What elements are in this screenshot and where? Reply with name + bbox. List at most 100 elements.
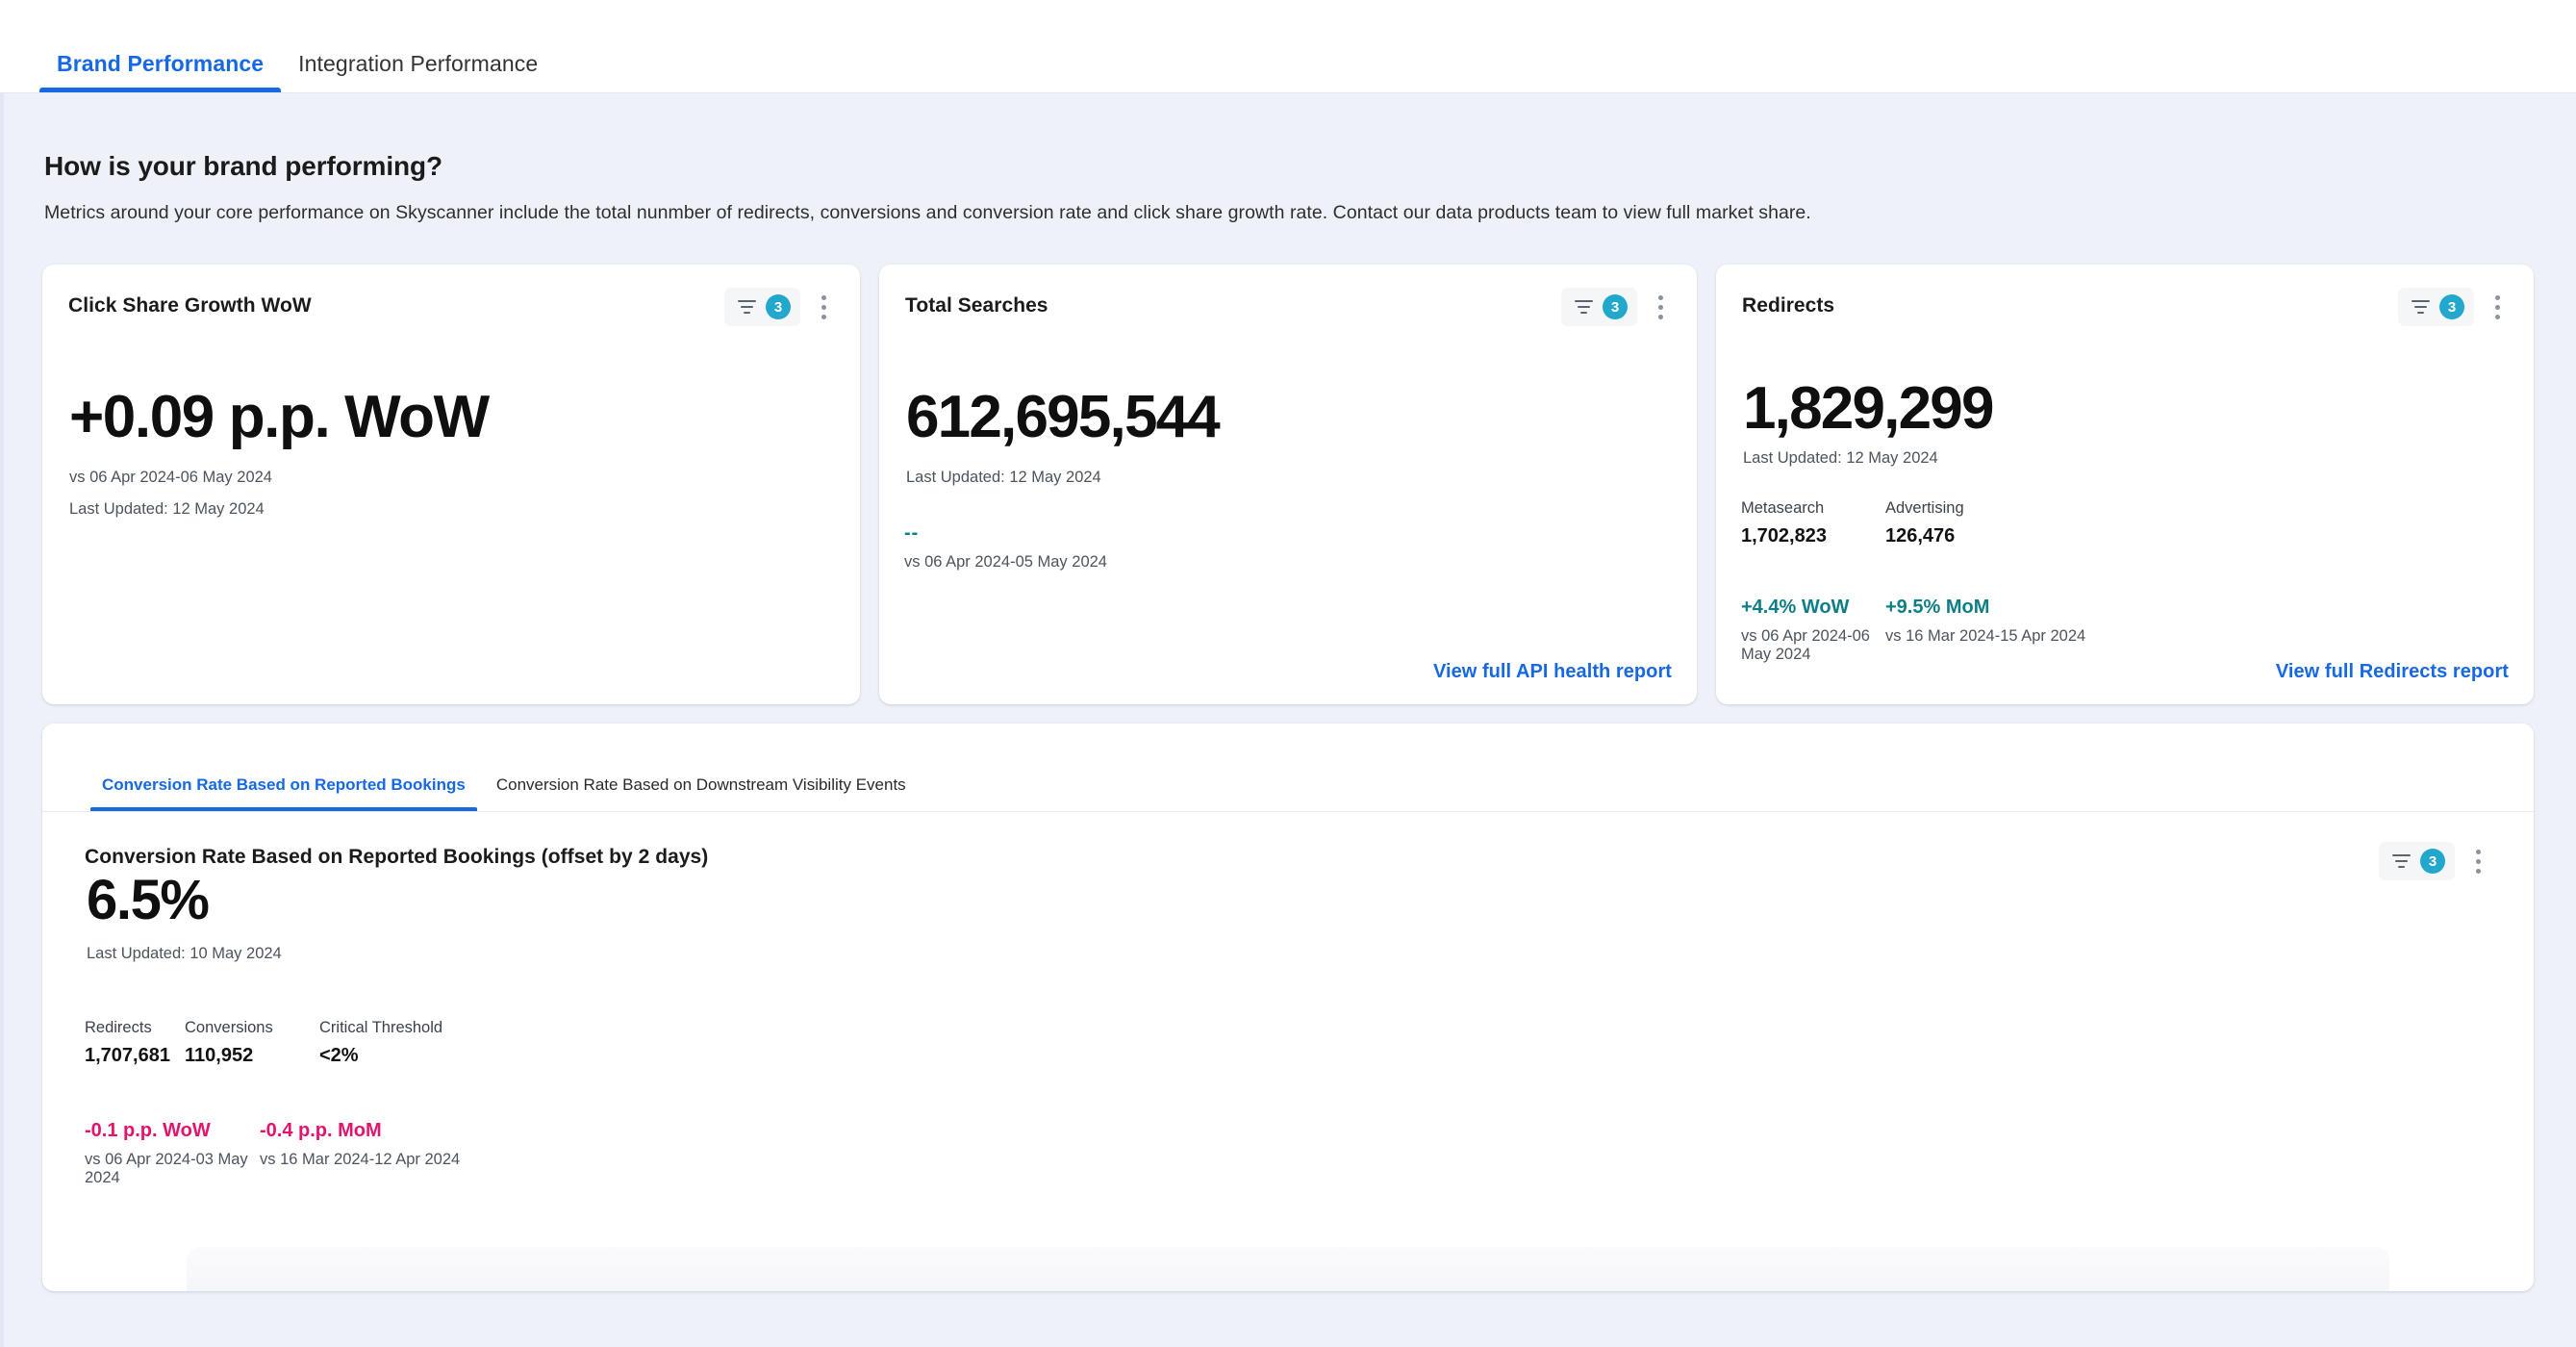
card-redirects: Redirects 3 1,829,299 Last Updated: 12 M…: [1716, 265, 2534, 704]
tab-conversion-reported-bookings-label: Conversion Rate Based on Reported Bookin…: [102, 775, 466, 794]
sub-metric-conversions: Conversions 110,952: [185, 1019, 319, 1067]
card-title: Redirects: [1742, 294, 1835, 317]
conversion-value-block: 6.5%: [85, 869, 210, 931]
sub-metric-value: <2%: [319, 1045, 359, 1066]
page-content: How is your brand performing? Metrics ar…: [0, 93, 2576, 1347]
conversion-sub-metrics: Redirects 1,707,681 Conversions 110,952 …: [85, 1019, 442, 1067]
more-options-icon[interactable]: [2464, 845, 2491, 877]
filter-count-badge: 3: [1603, 294, 1628, 319]
delta-period: vs 16 Mar 2024-12 Apr 2024: [260, 1151, 461, 1168]
delta-mom: -0.4 p.p. MoM vs 16 Mar 2024-12 Apr 2024: [260, 1120, 460, 1187]
card-primary-value: +0.09 p.p. WoW: [69, 384, 490, 450]
conversion-panel-body: Conversion Rate Based on Reported Bookin…: [42, 812, 2534, 1291]
filter-count-badge: 3: [766, 294, 791, 319]
card-value-block: 612,695,544: [904, 384, 1221, 450]
view-full-api-health-report-link[interactable]: View full API health report: [1433, 661, 1672, 683]
page-subtitle: Metrics around your core performance on …: [44, 202, 1811, 223]
sub-metric-label: Advertising: [1885, 499, 1964, 517]
top-tab-bar: Brand Performance Integration Performanc…: [0, 0, 2576, 93]
conversion-panel-header: Conversion Rate Based on Reported Bookin…: [85, 842, 2491, 880]
card-actions: 3: [2398, 288, 2511, 326]
card-actions: 3: [724, 288, 837, 326]
tab-conversion-downstream-visibility-label: Conversion Rate Based on Downstream Visi…: [495, 775, 906, 794]
more-options-icon[interactable]: [2484, 291, 2511, 323]
card-click-share-growth: Click Share Growth WoW 3 +0.09 p.p. WoW …: [42, 265, 860, 704]
delta-wow: +4.4% WoW vs 06 Apr 2024-06 May 2024: [1741, 597, 1885, 664]
conversion-meta-block: Last Updated: 10 May 2024: [85, 945, 282, 963]
card-header: Total Searches 3: [902, 288, 1674, 330]
sub-metric-metasearch: Metasearch 1,702,823: [1741, 499, 1885, 547]
view-full-redirects-report-link[interactable]: View full Redirects report: [2276, 661, 2509, 683]
card-sub-metrics: Metasearch 1,702,823 Advertising 126,476: [1741, 499, 1964, 547]
card-meta-block: vs 06 Apr 2024-06 May 2024 Last Updated:…: [67, 469, 272, 520]
card-last-updated: Last Updated: 12 May 2024: [1743, 449, 1938, 467]
filter-count-badge: 3: [2439, 294, 2464, 319]
more-options-icon[interactable]: [810, 291, 837, 323]
more-options-icon[interactable]: [1647, 291, 1674, 323]
filter-button[interactable]: 3: [1561, 288, 1637, 326]
next-panel-preview: [187, 1247, 2389, 1291]
tab-brand-performance[interactable]: Brand Performance: [39, 51, 282, 92]
card-delta-value: --: [904, 522, 920, 544]
card-title: Click Share Growth WoW: [68, 294, 312, 317]
tab-brand-performance-label: Brand Performance: [57, 51, 265, 76]
sub-metric-label: Critical Threshold: [319, 1019, 443, 1036]
card-header: Click Share Growth WoW 3: [65, 288, 837, 330]
card-actions: 3: [2379, 842, 2491, 880]
sub-metric-label: Metasearch: [1741, 499, 1825, 517]
card-header: Redirects 3: [1739, 288, 2511, 330]
card-delta-block: +4.4% WoW vs 06 Apr 2024-06 May 2024 +9.…: [1741, 597, 2085, 664]
conversion-last-updated: Last Updated: 10 May 2024: [87, 945, 282, 962]
delta-value: +9.5% MoM: [1885, 597, 1990, 618]
page-title: How is your brand performing?: [44, 151, 443, 181]
delta-value: -0.4 p.p. MoM: [260, 1120, 382, 1141]
page-left-rail: [0, 93, 4, 1347]
delta-value: -0.1 p.p. WoW: [85, 1120, 211, 1141]
conversion-primary-value: 6.5%: [87, 869, 210, 931]
sub-metric-value: 126,476: [1885, 525, 1956, 546]
card-value-block: 1,829,299: [1741, 375, 1994, 442]
delta-period: vs 06 Apr 2024-06 May 2024: [1741, 627, 1870, 663]
filter-button[interactable]: 3: [2398, 288, 2474, 326]
card-primary-value: 612,695,544: [906, 384, 1221, 450]
filter-icon: [2390, 851, 2412, 871]
card-delta-period: vs 06 Apr 2024-05 May 2024: [904, 553, 1107, 571]
tab-conversion-reported-bookings[interactable]: Conversion Rate Based on Reported Bookin…: [90, 775, 477, 811]
conversion-delta-block: -0.1 p.p. WoW vs 06 Apr 2024-03 May 2024…: [85, 1120, 460, 1187]
tab-integration-performance[interactable]: Integration Performance: [281, 51, 555, 92]
filter-count-badge: 3: [2420, 849, 2445, 874]
card-meta-block: Last Updated: 12 May 2024: [1741, 449, 1938, 468]
sub-metric-advertising: Advertising 126,476: [1885, 499, 1964, 547]
delta-value: +4.4% WoW: [1741, 597, 1850, 618]
tab-conversion-downstream-visibility[interactable]: Conversion Rate Based on Downstream Visi…: [477, 775, 918, 811]
tab-integration-performance-label: Integration Performance: [298, 51, 539, 76]
filter-icon: [1573, 297, 1594, 317]
delta-period: vs 06 Apr 2024-03 May 2024: [85, 1151, 248, 1186]
card-last-updated: Last Updated: 12 May 2024: [69, 500, 265, 519]
filter-icon: [2410, 297, 2431, 317]
filter-button[interactable]: 3: [2379, 842, 2455, 880]
delta-mom: +9.5% MoM vs 16 Mar 2024-15 Apr 2024: [1885, 597, 2085, 664]
conversion-tab-list: Conversion Rate Based on Reported Bookin…: [42, 724, 2534, 812]
sub-metric-label: Conversions: [185, 1019, 273, 1036]
filter-button[interactable]: 3: [724, 288, 800, 326]
sub-metric-label: Redirects: [85, 1019, 152, 1036]
card-value-block: +0.09 p.p. WoW: [67, 384, 490, 450]
card-comparison-period: vs 06 Apr 2024-06 May 2024: [69, 469, 272, 486]
card-meta-block: Last Updated: 12 May 2024: [904, 469, 1101, 487]
filter-icon: [736, 297, 757, 317]
conversion-panel-title: Conversion Rate Based on Reported Bookin…: [85, 846, 709, 868]
kpi-card-row: Click Share Growth WoW 3 +0.09 p.p. WoW …: [42, 265, 2534, 704]
sub-metric-value: 1,707,681: [85, 1045, 170, 1066]
conversion-rate-panel: Conversion Rate Based on Reported Bookin…: [42, 724, 2534, 1291]
sub-metric-redirects: Redirects 1,707,681: [85, 1019, 185, 1067]
card-primary-value: 1,829,299: [1743, 375, 1994, 442]
card-total-searches: Total Searches 3 612,695,544 Last Update…: [879, 265, 1697, 704]
card-actions: 3: [1561, 288, 1674, 326]
card-last-updated: Last Updated: 12 May 2024: [906, 469, 1101, 486]
top-tab-list: Brand Performance Integration Performanc…: [39, 51, 555, 92]
sub-metric-value: 1,702,823: [1741, 525, 1827, 546]
section-header: How is your brand performing? Metrics ar…: [42, 93, 2534, 224]
sub-metric-value: 110,952: [185, 1045, 254, 1066]
sub-metric-critical-threshold: Critical Threshold <2%: [319, 1019, 442, 1067]
